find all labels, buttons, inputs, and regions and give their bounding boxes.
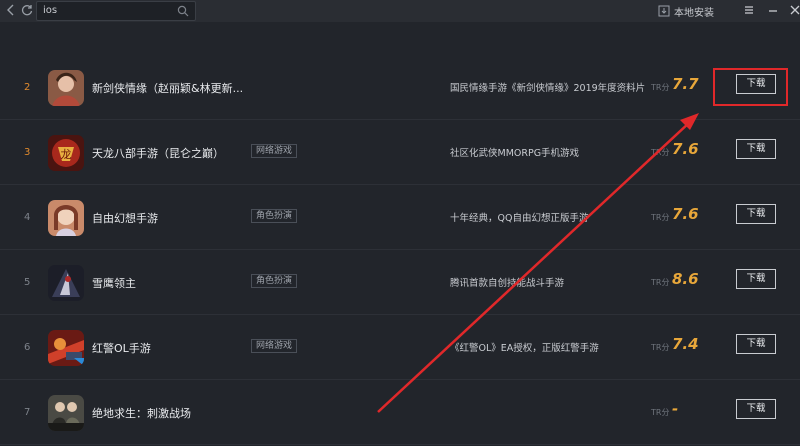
category-tag[interactable]: 网络游戏 bbox=[251, 339, 298, 353]
toolbar: ios 本地安装 bbox=[0, 0, 800, 22]
close-icon[interactable] bbox=[788, 3, 800, 17]
rank-number: 4 bbox=[24, 212, 31, 223]
local-install-label: 本地安装 bbox=[674, 7, 714, 19]
list-item[interactable]: 2 新剑侠情缘（赵丽颖&林更新... 国民情缘手游《新剑侠情缘》2019年度资料… bbox=[0, 56, 800, 120]
list-item[interactable]: 3 龙 天龙八部手游（昆仑之巅） 网络游戏 社区化武侠MMORPG手机游戏 TR… bbox=[0, 121, 800, 185]
download-button[interactable]: 下载 bbox=[736, 204, 776, 224]
refresh-icon[interactable] bbox=[20, 3, 34, 17]
app-name[interactable]: 自由幻想手游 bbox=[92, 210, 158, 226]
app-icon[interactable] bbox=[48, 395, 84, 431]
highlight-box bbox=[713, 68, 788, 106]
rank-number: 3 bbox=[24, 147, 31, 158]
tr-score: - bbox=[672, 400, 679, 418]
list-item[interactable]: 4 自由幻想手游 角色扮演 十年经典，QQ自由幻想正版手游 TR分 7.6 下载 bbox=[0, 186, 800, 250]
menu-icon[interactable] bbox=[742, 3, 756, 17]
tr-score-label: TR分 bbox=[651, 213, 670, 222]
tr-score: 7.4 bbox=[672, 335, 699, 353]
tr-score: 8.6 bbox=[672, 270, 699, 288]
search-icon[interactable] bbox=[177, 5, 189, 17]
tr-score-label: TR分 bbox=[651, 83, 670, 92]
tr-score-label: TR分 bbox=[651, 408, 670, 417]
rank-number: 2 bbox=[24, 82, 31, 93]
app-icon[interactable]: 龙 bbox=[48, 135, 84, 171]
download-button[interactable]: 下载 bbox=[736, 139, 776, 159]
rank-number: 7 bbox=[24, 407, 31, 418]
tr-score: 7.7 bbox=[672, 75, 699, 93]
app-name[interactable]: 新剑侠情缘（赵丽颖&林更新... bbox=[92, 80, 243, 96]
category-tag[interactable]: 网络游戏 bbox=[251, 144, 298, 158]
app-name[interactable]: 红警OL手游 bbox=[92, 340, 151, 356]
download-button[interactable]: 下载 bbox=[736, 334, 776, 354]
search-box[interactable]: ios bbox=[36, 1, 196, 21]
minimize-icon[interactable] bbox=[766, 3, 780, 17]
list-item[interactable]: 5 雪鹰领主 角色扮演 腾讯首款自创持能战斗手游 TR分 8.6 下载 bbox=[0, 251, 800, 315]
list-item[interactable]: 6 红警OL手游 网络游戏 《红警OL》EA授权，正版红警手游 TR分 7.4 … bbox=[0, 316, 800, 380]
rank-number: 5 bbox=[24, 277, 31, 288]
app-icon[interactable] bbox=[48, 330, 84, 366]
rank-number: 6 bbox=[24, 342, 31, 353]
app-description: 《红警OL》EA授权，正版红警手游 bbox=[450, 343, 599, 354]
local-install-button[interactable]: 本地安装 bbox=[658, 3, 714, 19]
tr-score-label: TR分 bbox=[651, 343, 670, 352]
app-name[interactable]: 绝地求生：刺激战场 bbox=[92, 405, 191, 421]
app-icon[interactable] bbox=[48, 200, 84, 236]
app-description: 社区化武侠MMORPG手机游戏 bbox=[450, 148, 580, 159]
app-name[interactable]: 天龙八部手游（昆仑之巅） bbox=[92, 145, 224, 161]
list-item[interactable]: 7 绝地求生：刺激战场 TR分 - 下载 bbox=[0, 381, 800, 445]
tr-score: 7.6 bbox=[672, 140, 699, 158]
download-button[interactable]: 下载 bbox=[736, 399, 776, 419]
tr-score: 7.6 bbox=[672, 205, 699, 223]
app-icon[interactable] bbox=[48, 70, 84, 106]
install-icon bbox=[658, 5, 670, 17]
svg-text:龙: 龙 bbox=[61, 148, 72, 161]
app-name[interactable]: 雪鹰领主 bbox=[92, 275, 136, 291]
app-description: 腾讯首款自创持能战斗手游 bbox=[450, 278, 565, 289]
tr-score-label: TR分 bbox=[651, 278, 670, 287]
download-button[interactable]: 下载 bbox=[736, 269, 776, 289]
app-description: 十年经典，QQ自由幻想正版手游 bbox=[450, 213, 589, 224]
app-icon[interactable] bbox=[48, 265, 84, 301]
tr-score-label: TR分 bbox=[651, 148, 670, 157]
category-tag[interactable]: 角色扮演 bbox=[251, 209, 298, 223]
back-chevron-icon[interactable] bbox=[4, 3, 18, 17]
category-tag[interactable]: 角色扮演 bbox=[251, 274, 298, 288]
app-description: 国民情缘手游《新剑侠情缘》2019年度资料片【... bbox=[450, 83, 646, 94]
search-input[interactable]: ios bbox=[43, 5, 57, 16]
